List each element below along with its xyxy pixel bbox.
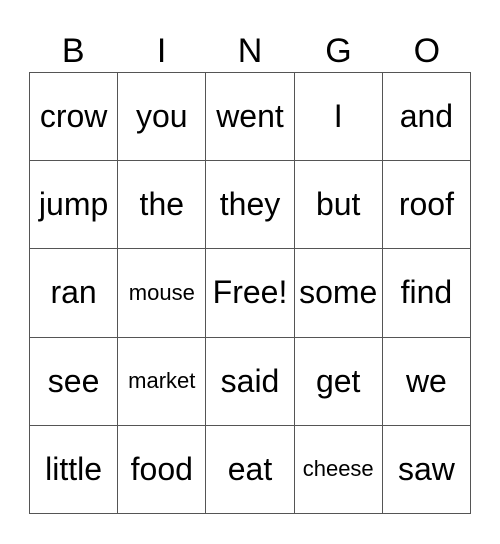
- bingo-cell[interactable]: mouse: [118, 249, 207, 338]
- free-space-cell[interactable]: Free!: [206, 249, 295, 338]
- header-letter-n: N: [237, 32, 263, 70]
- bingo-cell[interactable]: cheese: [294, 425, 383, 514]
- header-letter-b: B: [61, 32, 85, 70]
- bingo-card-grid: crow you went Iand jump the they but roof ran mous…: [29, 72, 471, 514]
- bingo-cell[interactable]: see: [30, 337, 119, 426]
- bingo-cell[interactable]: eat: [206, 425, 295, 514]
- bingo-cell[interactable]: market: [118, 337, 207, 426]
- bingo-cell[interactable]: the: [118, 161, 207, 250]
- bingo-cell[interactable]: little: [30, 425, 119, 514]
- bingo-cell[interactable]: find: [382, 249, 471, 338]
- bingo-cell[interactable]: we: [382, 337, 471, 426]
- bingo-cell[interactable]: they: [206, 161, 295, 250]
- bingo-cell[interactable]: I: [294, 73, 383, 162]
- bingo-cell[interactable]: and: [382, 73, 471, 162]
- bingo-cell[interactable]: you: [118, 73, 207, 162]
- bingo-cell[interactable]: get: [294, 337, 383, 426]
- bingo-cell[interactable]: went: [206, 73, 295, 162]
- bingo-cell[interactable]: jump: [30, 161, 119, 250]
- header-letter-i: I: [156, 32, 167, 70]
- header-letter-g: G: [325, 32, 352, 70]
- bingo-cell[interactable]: some: [294, 249, 383, 338]
- bingo-cell[interactable]: saw: [382, 425, 471, 514]
- header-letter-o: O: [413, 32, 441, 70]
- bingo-cell[interactable]: said: [206, 337, 295, 426]
- bingo-cell[interactable]: crow: [30, 73, 119, 162]
- bingo-cell[interactable]: ran: [30, 249, 119, 338]
- bingo-cell[interactable]: but: [294, 161, 383, 250]
- bingo-cell[interactable]: food: [118, 425, 207, 514]
- bingo-cell[interactable]: roof: [382, 161, 471, 250]
- bingo-header: B I N G O: [29, 30, 471, 72]
